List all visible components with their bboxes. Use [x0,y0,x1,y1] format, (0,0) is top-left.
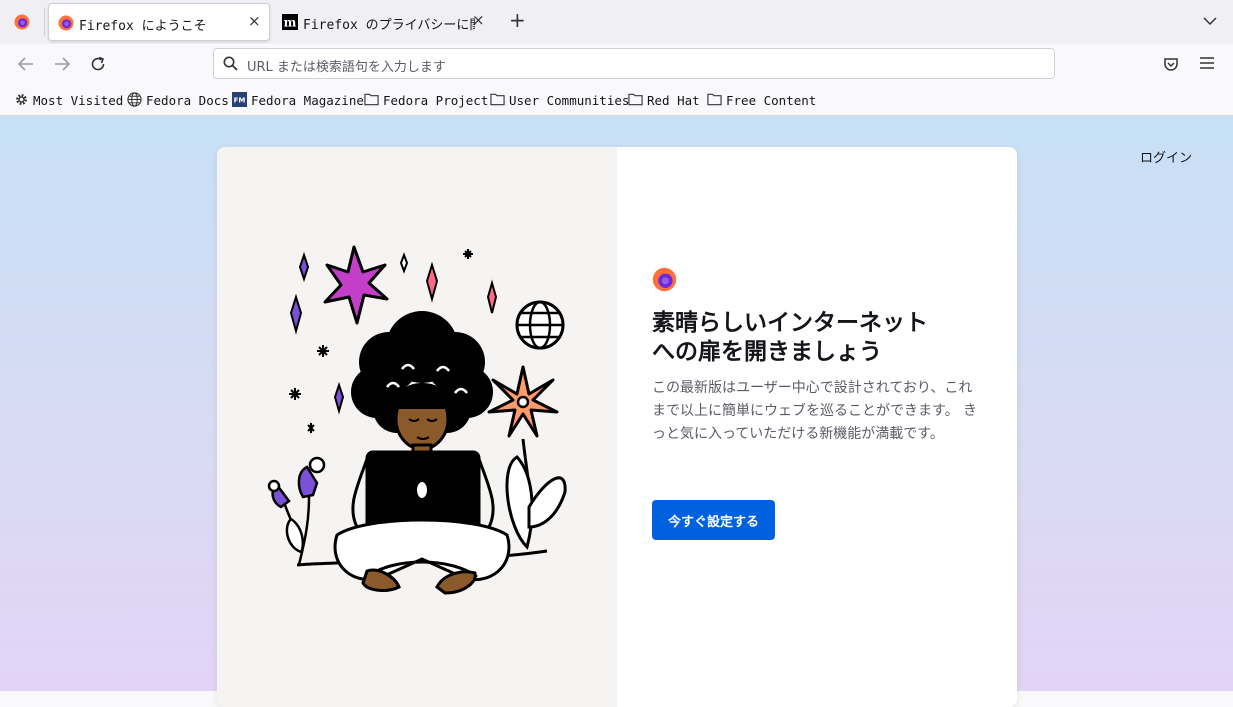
url-input-placeholder[interactable]: URL または検索語句を入力します [247,56,446,75]
login-link[interactable]: ログイン [1140,147,1192,166]
bookmark-label: Free Content [726,93,817,108]
reload-icon[interactable] [90,56,106,72]
gear-icon [16,94,27,105]
tab-title: Firefox のプライバシーに関 [303,18,475,33]
tab-close-button[interactable]: × [248,14,261,29]
firefox-icon [58,15,74,31]
get-started-button[interactable]: 今すぐ設定する [652,500,775,540]
globe-icon [127,92,142,107]
url-bar[interactable]: URL または検索語句を入力します [213,48,1055,79]
folder-icon [490,93,505,106]
bookmark-label: Fedora Magazine [251,93,364,108]
welcome-card: 素晴らしいインターネット への扉を開きましょう この最新版はユーザー中心で設計さ… [217,147,1017,707]
tab-strip: Firefox にようこそ × m Firefox のプライバシーに関 × + [0,0,1233,44]
page-heading: 素晴らしいインターネット への扉を開きましょう [652,309,952,367]
pocket-icon[interactable] [1163,56,1179,72]
person-with-laptop-illustration [267,245,567,595]
firefox-icon [652,267,677,292]
tab-divider [44,8,45,36]
forward-icon[interactable] [53,56,71,72]
menu-icon[interactable] [1200,57,1214,69]
new-tab-button[interactable]: + [509,10,526,30]
svg-text:m: m [284,16,297,30]
welcome-illustration [217,147,617,707]
fm-icon: FM [232,92,247,107]
firefox-icon [14,14,30,30]
tab-privacy[interactable]: m Firefox のプライバシーに関 × [273,3,495,41]
search-icon [223,56,238,71]
tab-close-button[interactable]: × [472,13,485,28]
folder-icon [707,93,722,106]
heading-line-1: 素晴らしいインターネット [652,310,928,336]
welcome-page: ログイン 素晴らしいインターネット への扉を開きましょう この最新版はユーザー中… [0,116,1233,707]
svg-text:FM: FM [234,95,246,104]
bookmark-label: Most Visited [33,93,124,108]
bookmark-label: Red Hat [647,93,700,108]
back-icon[interactable] [17,56,35,72]
list-all-tabs-icon[interactable] [1203,14,1217,28]
page-description: この最新版はユーザー中心で設計されており、これまで以上に簡単にウェブを巡ることが… [652,380,978,442]
folder-icon [628,93,643,106]
medium-m-icon: m [282,14,298,30]
heading-line-2: への扉を開きましょう [652,339,882,365]
bookmark-label: Fedora Project [383,93,489,108]
tab-title: Firefox にようこそ [79,19,207,34]
bookmark-label: User Communities [509,93,630,108]
bookmark-label: Fedora Docs [146,93,229,108]
folder-icon [364,93,379,106]
firefox-view-button[interactable] [8,8,36,36]
tab-welcome[interactable]: Firefox にようこそ × [48,3,270,41]
bookmarks-toolbar: Most Visited Fedora Docs FM Fedora Magaz… [0,84,1233,116]
navigation-toolbar: URL または検索語句を入力します [0,44,1233,84]
